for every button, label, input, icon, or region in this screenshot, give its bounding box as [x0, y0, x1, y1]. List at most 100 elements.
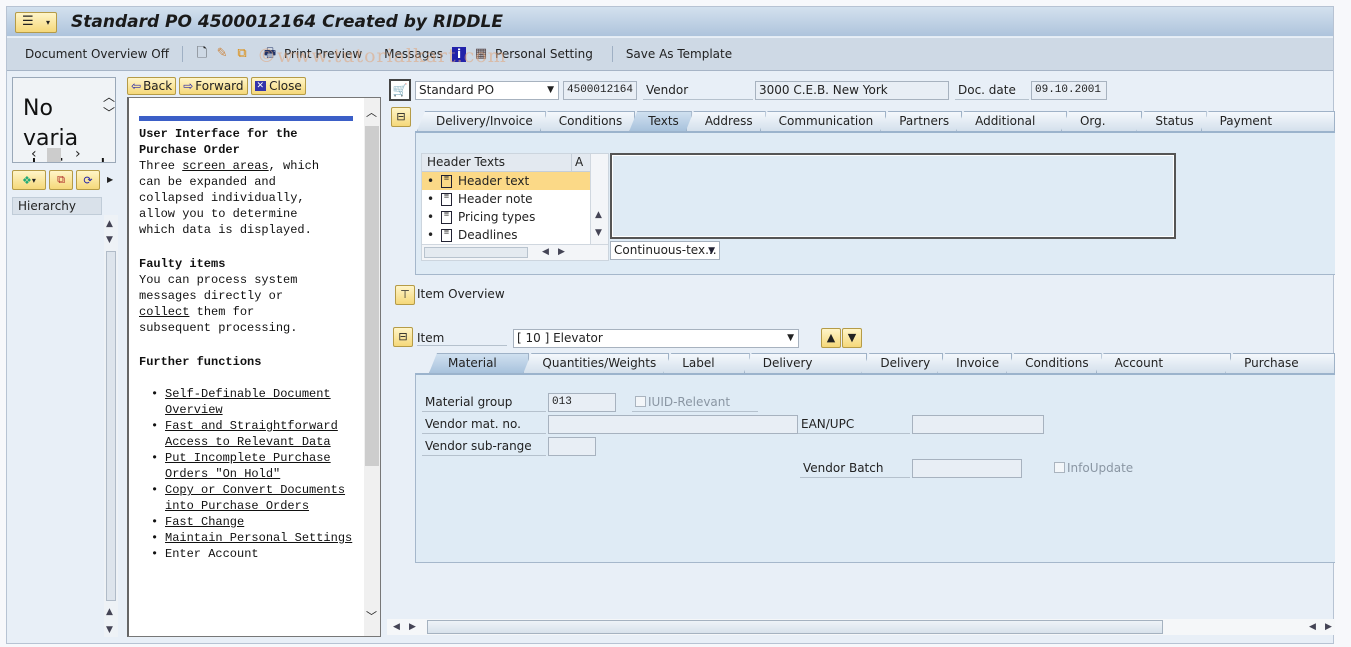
scroll-down-icon[interactable]: ▼ — [106, 625, 113, 635]
cart-icon[interactable]: 🛒 — [389, 79, 411, 101]
vendor-label: Vendor — [643, 81, 753, 100]
tab-communication[interactable]: Communication — [759, 111, 887, 131]
chevron-down-icon[interactable]: ﹀ — [103, 104, 115, 121]
tab-delivery[interactable]: Delivery — [861, 353, 944, 373]
tab-partners[interactable]: Partners — [880, 111, 963, 131]
function-link[interactable]: Fast and Straightforward Access to Relev… — [165, 419, 338, 449]
scroll-up-icon[interactable]: ▲ — [595, 210, 602, 220]
list-item[interactable]: • ≡ Header note — [422, 190, 590, 208]
function-link[interactable]: Enter Account — [165, 547, 259, 561]
chevron-up-icon[interactable]: ︿ — [366, 104, 377, 120]
adopt-button[interactable]: ⧉ — [49, 170, 73, 190]
tab-payment-processing[interactable]: Payment Processing — [1200, 111, 1335, 131]
doc-date-field[interactable]: 09.10.2001 — [1031, 80, 1107, 100]
tab-account-assignment[interactable]: Account Assignment — [1095, 353, 1232, 373]
chevron-up-icon[interactable]: ︿ — [103, 88, 115, 105]
scroll-down-icon[interactable]: ▼ — [106, 235, 113, 245]
header-text-editor[interactable] — [610, 153, 1176, 239]
chevron-down-icon[interactable]: ﹀ — [366, 608, 377, 624]
scroll-left-icon[interactable]: ◀ — [542, 247, 549, 257]
collect-link[interactable]: collect — [139, 305, 189, 319]
scroll-down-icon[interactable]: ▼ — [595, 228, 602, 238]
tab-material-data[interactable]: Material Data — [429, 353, 530, 373]
list-item[interactable]: • ≡ Header text — [422, 172, 590, 190]
tab-conditions[interactable]: Conditions — [1006, 353, 1102, 373]
tab-delivery-invoice[interactable]: Delivery/Invoice — [417, 111, 546, 131]
scroll-thumb[interactable] — [365, 126, 379, 466]
vertical-scrollbar[interactable]: ▲ ▼ ▲ ▼ — [104, 215, 118, 637]
messages-button[interactable]: Messages — [381, 47, 446, 61]
previous-item-button[interactable]: ▲ — [821, 328, 841, 348]
tab-label-here[interactable]: Label Here — [663, 353, 750, 373]
vendor-sub-range-field[interactable] — [548, 437, 596, 456]
collapse-item-button[interactable]: ⊟ — [393, 327, 413, 347]
tab-invoice[interactable]: Invoice — [937, 353, 1013, 373]
close-button[interactable]: ✕ Close — [250, 77, 306, 95]
save-as-template-button[interactable]: Save As Template — [623, 47, 735, 61]
triangle-right-icon[interactable]: ▶ — [107, 170, 113, 190]
tab-address[interactable]: Address — [685, 111, 766, 131]
tab-quantities-weights[interactable]: Quantities/Weights — [523, 353, 670, 373]
back-button[interactable]: ⇦ Back — [127, 77, 177, 95]
info-icon[interactable]: i — [452, 46, 467, 62]
list-item[interactable]: • ≡ Pricing types — [422, 208, 590, 226]
scroll-thumb[interactable] — [106, 251, 116, 601]
print-preview-button[interactable]: Print Preview — [281, 47, 365, 61]
vendor-mat-no-field[interactable] — [548, 415, 798, 434]
scroll-left-icon[interactable]: ◀ — [1309, 622, 1316, 632]
list-vertical-scrollbar[interactable]: ▲ ▼ — [590, 154, 608, 244]
chevron-right-icon[interactable]: › — [75, 146, 81, 162]
tab-status[interactable]: Status — [1136, 111, 1207, 131]
scroll-right-icon[interactable]: ▶ — [1325, 622, 1332, 632]
selection-variant-button[interactable]: ❖ ▾ — [12, 170, 46, 190]
tab-additional-data[interactable]: Additional Data — [956, 111, 1067, 131]
scroll-left-icon[interactable]: ◀ — [393, 622, 400, 632]
vendor-field[interactable]: 3000 C.E.B. New York — [755, 80, 949, 100]
new-document-icon[interactable]: 🗋 — [193, 45, 211, 63]
scroll-thumb[interactable] — [47, 148, 61, 162]
function-link[interactable]: Put Incomplete Purchase Orders "On Hold" — [165, 451, 331, 481]
scroll-right-icon[interactable]: ▶ — [558, 247, 565, 257]
function-link[interactable]: Maintain Personal Settings — [165, 531, 352, 545]
help-vertical-scrollbar[interactable]: ︿ ﹀ — [364, 98, 380, 636]
next-item-button[interactable]: ▼ — [842, 328, 862, 348]
toolbar-separator — [611, 46, 613, 62]
function-link[interactable]: Copy or Convert Documents into Purchase … — [165, 483, 345, 513]
doc-type-select[interactable]: Standard PO ▼ — [415, 80, 559, 100]
list-horizontal-scrollbar[interactable]: ◀ ▶ — [422, 244, 608, 260]
other-document-icon[interactable]: ⧉ — [233, 45, 251, 63]
screen-areas-link[interactable]: screen areas — [182, 159, 268, 173]
refresh-button[interactable]: ⟳ — [76, 170, 100, 190]
function-link[interactable]: Fast Change — [165, 515, 244, 529]
scroll-thumb[interactable] — [427, 620, 1163, 634]
scroll-up-icon[interactable]: ▲ — [106, 607, 113, 617]
material-group-field[interactable]: 013 — [548, 393, 616, 412]
text-format-select[interactable]: Continuous-tex... ▼ — [610, 241, 720, 260]
scroll-thumb[interactable] — [424, 247, 528, 258]
chevron-left-icon[interactable]: ‹ — [31, 146, 37, 162]
main-horizontal-scrollbar[interactable]: ◀ ▶ ◀ ▶ — [387, 619, 1335, 635]
ean-upc-field[interactable] — [912, 415, 1044, 434]
function-link[interactable]: Self-Definable Document Overview — [165, 387, 331, 417]
po-number-field[interactable]: 4500012164 — [563, 80, 637, 100]
forward-button[interactable]: ⇨ Forward — [179, 77, 248, 95]
edit-pencil-icon[interactable]: ✎ — [213, 45, 231, 63]
tab-texts[interactable]: Texts — [629, 111, 692, 131]
info-update-checkbox[interactable]: InfoUpdate — [1054, 461, 1133, 475]
tab-org-data[interactable]: Org. Data — [1060, 111, 1143, 131]
tab-purchase-order[interactable]: Purchase Order — [1225, 353, 1335, 373]
collapse-header-button[interactable]: ⊟ — [391, 107, 411, 127]
iuid-relevant-checkbox[interactable]: IUID-Relevant — [632, 393, 758, 412]
item-overview-expand-button[interactable]: ⊤ — [395, 285, 415, 305]
scroll-right-icon[interactable]: ▶ — [409, 622, 416, 632]
document-overview-toggle[interactable]: Document Overview Off — [22, 47, 172, 61]
hierarchy-column-header[interactable]: Hierarchy — [12, 197, 102, 215]
tab-conditions[interactable]: Conditions — [539, 111, 636, 131]
sap-menu-button[interactable]: ☰ ▾ — [15, 12, 57, 33]
tab-delivery-schedule[interactable]: Delivery Schedule — [743, 353, 868, 373]
scroll-up-icon[interactable]: ▲ — [106, 219, 113, 229]
item-select[interactable]: [ 10 ] Elevator ▼ — [513, 329, 799, 348]
vendor-batch-field[interactable] — [912, 459, 1022, 478]
list-item[interactable]: • ≡ Deadlines — [422, 226, 590, 244]
personal-setting-button[interactable]: Personal Setting — [492, 47, 596, 61]
